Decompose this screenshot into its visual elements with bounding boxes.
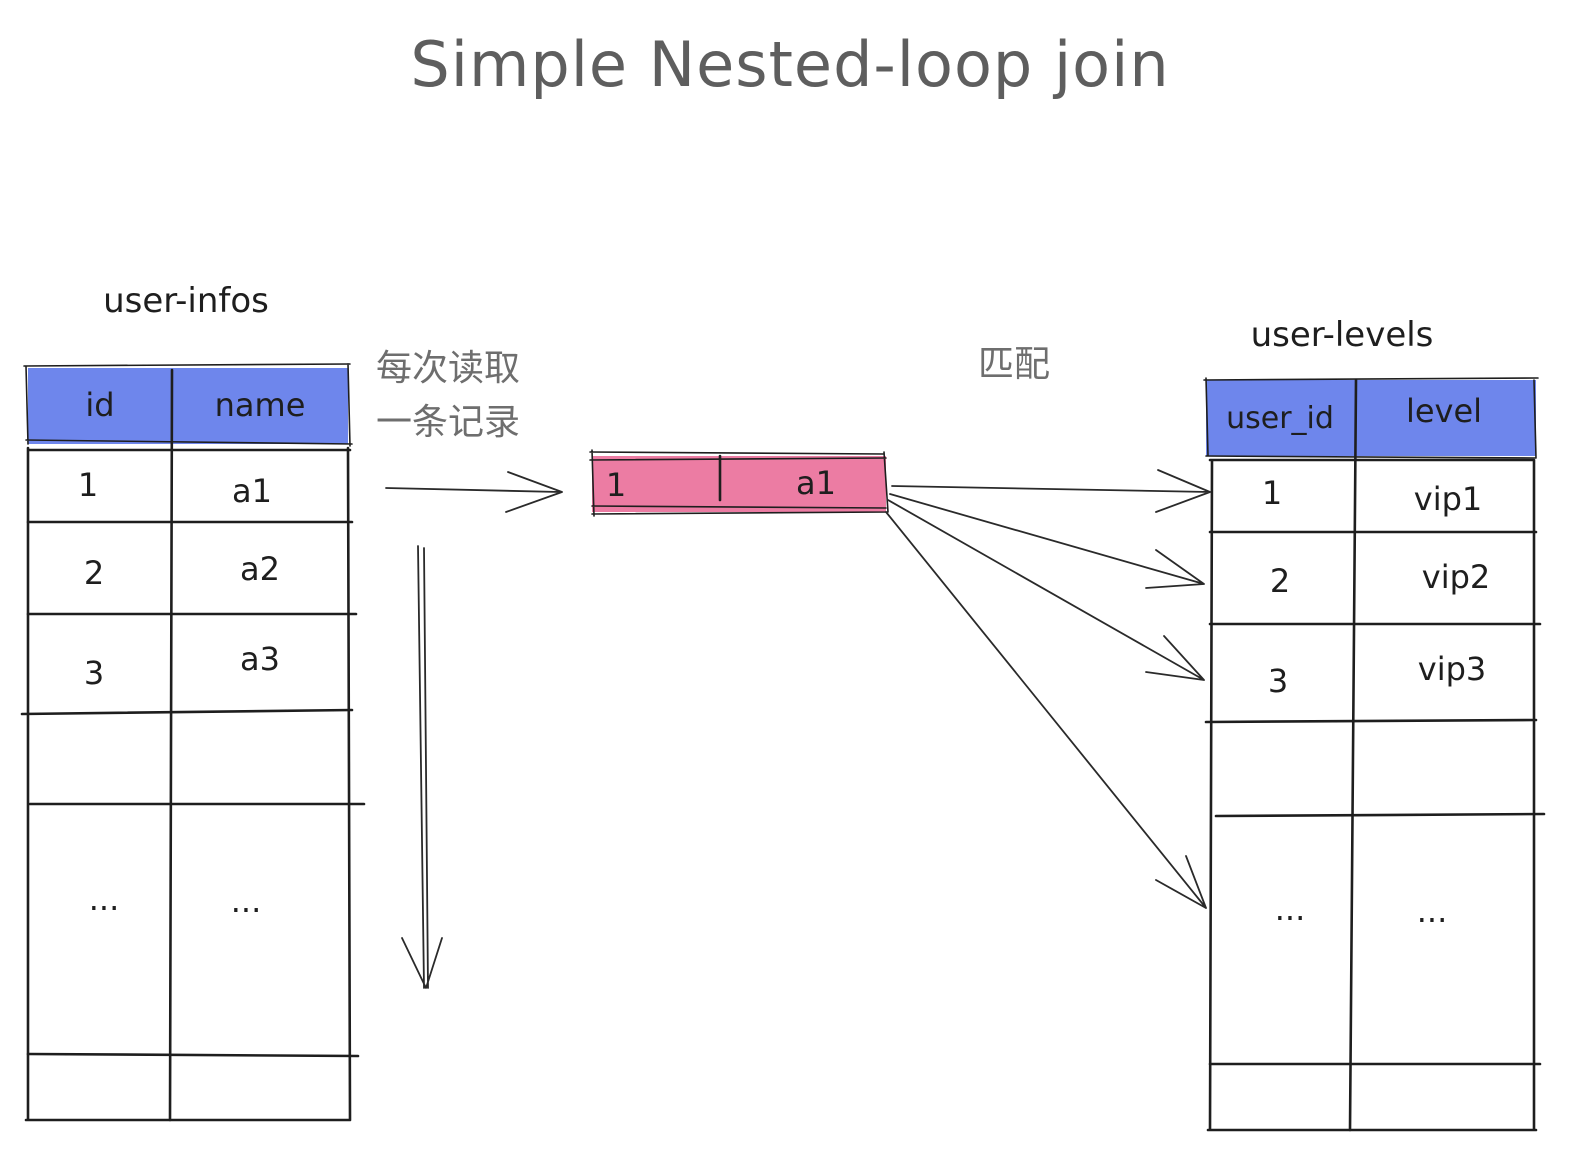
user-levels-row2-id: 2 xyxy=(1270,562,1290,600)
current-record-name: a1 xyxy=(796,464,836,502)
user-infos-row5-name: ... xyxy=(231,882,262,920)
user-infos-row3-id: 3 xyxy=(84,654,104,692)
current-record: 1 a1 xyxy=(589,449,889,517)
user-infos-row3-name: a3 xyxy=(240,640,280,678)
user-levels-header-level: level xyxy=(1406,392,1482,430)
user-levels-row2-level: vip2 xyxy=(1422,558,1491,596)
user-infos-header-name: name xyxy=(215,386,306,424)
read-record-note-line2: 一条记录 xyxy=(376,402,520,443)
current-record-fill xyxy=(592,456,886,512)
match-note: 匹配 xyxy=(978,344,1050,385)
user-infos-column-divider xyxy=(168,368,174,1122)
user-levels-header-user-id: user_id xyxy=(1226,401,1334,436)
user-infos-row2-id: 2 xyxy=(84,554,104,592)
user-levels-row5-id: ... xyxy=(1275,890,1306,928)
user-levels-row3-level: vip3 xyxy=(1418,650,1487,688)
current-record-id: 1 xyxy=(606,466,626,504)
user-levels-label: user-levels xyxy=(1251,315,1434,355)
user-infos-body-outline xyxy=(24,446,352,1122)
user-infos-row1-id: 1 xyxy=(78,466,98,504)
diagram-title: Simple Nested-loop join xyxy=(410,28,1169,101)
user-infos-label: user-infos xyxy=(103,281,269,321)
user-levels-row3-id: 3 xyxy=(1268,662,1288,700)
nested-loop-join-diagram: Simple Nested-loop join user-infos id na… xyxy=(20,28,1546,1132)
read-record-note-line1: 每次读取 xyxy=(376,348,520,389)
user-infos-row2-name: a2 xyxy=(240,550,280,588)
iterate-down-arrow xyxy=(401,545,443,989)
user-levels-row1-level: vip1 xyxy=(1414,480,1483,518)
match-arrow-row1 xyxy=(891,469,1211,513)
match-arrow-row3 xyxy=(887,499,1205,681)
user-infos-row5-id: ... xyxy=(89,880,120,918)
user-infos-header-id: id xyxy=(85,386,114,424)
user-infos-row-lines xyxy=(20,520,366,1058)
user-infos-table: user-infos id name 1 a1 2 a2 3 a3 ... ..… xyxy=(20,281,366,1122)
user-levels-row-lines xyxy=(1204,530,1546,1066)
user-levels-column-divider xyxy=(1348,378,1358,1132)
user-levels-row5-level: ... xyxy=(1417,892,1448,930)
user-infos-row1-name: a1 xyxy=(232,472,272,510)
user-levels-row1-id: 1 xyxy=(1262,474,1282,512)
user-levels-table: user-levels user_id level 1 vip1 2 vip2 … xyxy=(1203,315,1546,1132)
read-arrow xyxy=(385,471,563,513)
